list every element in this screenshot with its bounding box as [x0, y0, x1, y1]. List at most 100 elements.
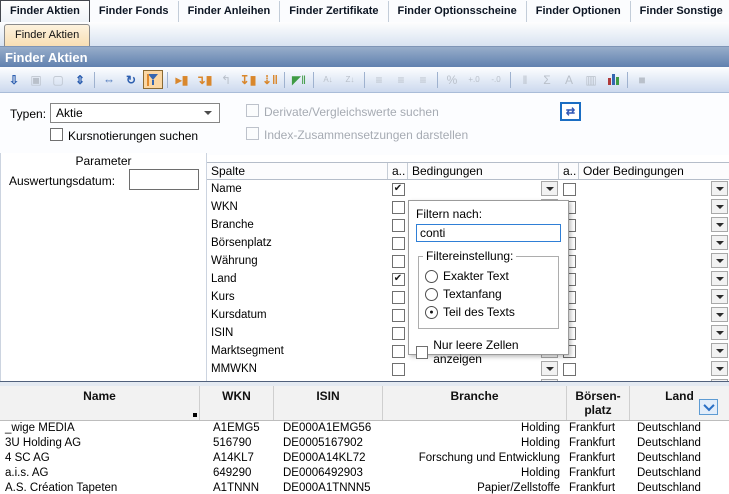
condition-and-checkbox[interactable] [392, 309, 405, 322]
dropdown-arrow-icon[interactable] [711, 271, 728, 286]
condition-and-checkbox[interactable] [392, 219, 405, 232]
radio-option-teil-des-texts[interactable]: ● Teil des Texts [425, 305, 552, 319]
results-header-land[interactable]: Land [630, 386, 729, 420]
decrease-decimal-icon[interactable]: -.0 [486, 70, 506, 89]
or-condition-dropdown[interactable] [579, 342, 729, 360]
condition-and-checkbox[interactable]: ✔ [392, 273, 405, 286]
header-active1[interactable]: a.. [388, 163, 408, 179]
align-left-icon[interactable]: ≡ [369, 70, 389, 89]
tab-finder-optionen[interactable]: Finder Optionen [527, 1, 631, 22]
dropdown-arrow-icon[interactable] [711, 325, 728, 340]
condition-and-checkbox[interactable]: ✔ [392, 183, 405, 196]
condition-and-checkbox[interactable] [392, 255, 405, 268]
filter-text-input[interactable] [416, 224, 561, 242]
or-condition-dropdown[interactable] [579, 306, 729, 324]
restore-window-icon[interactable]: ▢ [48, 70, 68, 89]
result-row[interactable]: _wige MEDIA A1EMG5 DE000A1EMG56 Holding … [0, 421, 729, 436]
or-condition-dropdown[interactable] [579, 252, 729, 270]
dropdown-arrow-icon[interactable] [711, 199, 728, 214]
radio-icon[interactable]: ● [425, 306, 438, 319]
header-oder-bedingungen[interactable]: Oder Bedingungen [579, 163, 729, 179]
increase-decimal-icon[interactable]: +.0 [464, 70, 484, 89]
or-condition-dropdown[interactable] [579, 234, 729, 252]
radio-option-exakter-text[interactable]: Exakter Text [425, 269, 552, 283]
or-condition-dropdown[interactable] [579, 270, 729, 288]
result-row[interactable]: A.S. Création Tapeten A1TNNN DE000A1TNNN… [0, 481, 729, 494]
font-icon[interactable]: A [559, 70, 579, 89]
radio-icon[interactable] [425, 288, 438, 301]
condition-or-checkbox[interactable] [563, 363, 576, 376]
align-center-icon[interactable]: ≡ [391, 70, 411, 89]
condition-value-dropdown[interactable] [408, 180, 559, 198]
filter-icon[interactable] [143, 70, 163, 89]
empty-cells-checkbox[interactable] [416, 346, 428, 359]
header-bedingungen[interactable]: Bedingungen [408, 163, 559, 179]
results-header-branche[interactable]: Branche [383, 386, 567, 420]
condition-and-checkbox[interactable] [392, 237, 405, 250]
results-header-boersenplatz[interactable]: Börsen-platz [567, 386, 630, 420]
result-row[interactable]: a.i.s. AG 649290 DE0006492903 Holding Fr… [0, 466, 729, 481]
chart-icon[interactable] [603, 70, 623, 89]
tab-finder-sonstige[interactable]: Finder Sonstige [631, 1, 729, 22]
sum-icon[interactable]: Σ [537, 70, 557, 89]
percent-format-icon[interactable]: % [442, 70, 462, 89]
condition-and-checkbox[interactable] [392, 345, 405, 358]
auswertungsdatum-input[interactable] [129, 169, 199, 190]
tab-finder-aktien[interactable]: Finder Aktien [0, 0, 90, 22]
or-condition-dropdown[interactable] [579, 216, 729, 234]
expand-window-icon[interactable]: ▣ [26, 70, 46, 89]
tab-finder-fonds[interactable]: Finder Fonds [90, 1, 179, 22]
empty-cells-option[interactable]: Nur leere Zellen anzeigen [416, 338, 561, 366]
header-spalte[interactable]: Spalte [207, 163, 388, 179]
result-row[interactable]: 4 SC AG A14KL7 DE000A14KL72 Forschung un… [0, 451, 729, 466]
dropdown-arrow-icon[interactable] [711, 235, 728, 250]
dropdown-arrow-icon[interactable] [711, 289, 728, 304]
condition-or-checkbox[interactable] [563, 183, 576, 196]
sort-descending-icon[interactable]: Z↓ [340, 70, 360, 89]
or-condition-dropdown[interactable] [579, 180, 729, 198]
or-condition-dropdown[interactable] [579, 360, 729, 378]
dropdown-arrow-icon[interactable] [711, 181, 728, 196]
results-header-name[interactable]: Name [0, 386, 200, 420]
or-condition-dropdown[interactable] [579, 324, 729, 342]
kursnotierungen-checkbox[interactable] [50, 128, 63, 141]
result-row[interactable]: 3U Holding AG 516790 DE0005167902 Holdin… [0, 436, 729, 451]
move-column-icon[interactable]: ↧▮ [238, 70, 258, 89]
column-chart-settings-icon[interactable]: ▥ [581, 70, 601, 89]
or-condition-dropdown[interactable] [579, 288, 729, 306]
condition-and-checkbox[interactable] [392, 327, 405, 340]
radio-option-textanfang[interactable]: Textanfang [425, 287, 552, 301]
fit-column-width-icon[interactable]: ⇔ [99, 70, 119, 89]
results-header-isin[interactable]: ISIN [274, 386, 383, 420]
land-filter-button[interactable] [699, 399, 718, 415]
dropdown-arrow-icon[interactable] [711, 343, 728, 358]
dropdown-arrow-icon[interactable] [541, 181, 558, 196]
dropdown-arrow-icon[interactable] [711, 307, 728, 322]
apply-layout-icon[interactable]: ⇩ [4, 70, 24, 89]
or-condition-dropdown[interactable] [579, 198, 729, 216]
fit-row-height-icon[interactable]: ⇕ [70, 70, 90, 89]
column-filter-icon[interactable]: ⇣‖ [260, 70, 280, 89]
typen-select[interactable]: Aktie [50, 103, 220, 123]
results-header-wkn[interactable]: WKN [200, 386, 274, 420]
insert-column-right-icon[interactable]: ▸▮ [172, 70, 192, 89]
dropdown-arrow-icon[interactable] [711, 361, 728, 376]
stop-icon[interactable]: ■ [632, 70, 652, 89]
refresh-icon[interactable]: ↻ [121, 70, 141, 89]
freeze-columns-icon[interactable]: ◤‖ [289, 70, 309, 89]
dropdown-arrow-icon[interactable] [711, 217, 728, 232]
insert-column-down-icon[interactable]: ↴▮ [194, 70, 214, 89]
condition-and-checkbox[interactable] [392, 201, 405, 214]
tab-finder-zertifikate[interactable]: Finder Zertifikate [280, 1, 388, 22]
condition-and-checkbox[interactable] [392, 291, 405, 304]
sort-ascending-icon[interactable]: A↓ [318, 70, 338, 89]
tab-finder-anleihen[interactable]: Finder Anleihen [179, 1, 281, 22]
condition-and-checkbox[interactable] [392, 363, 405, 376]
header-active2[interactable]: a.. [559, 163, 579, 179]
dropdown-arrow-icon[interactable] [711, 253, 728, 268]
radio-icon[interactable] [425, 270, 438, 283]
subtab-finder-aktien[interactable]: Finder Aktien [4, 24, 90, 46]
remove-column-icon[interactable]: ↰ [216, 70, 236, 89]
tab-finder-optionsscheine[interactable]: Finder Optionsscheine [389, 1, 527, 22]
group-columns-icon[interactable]: ‖ [515, 70, 535, 89]
